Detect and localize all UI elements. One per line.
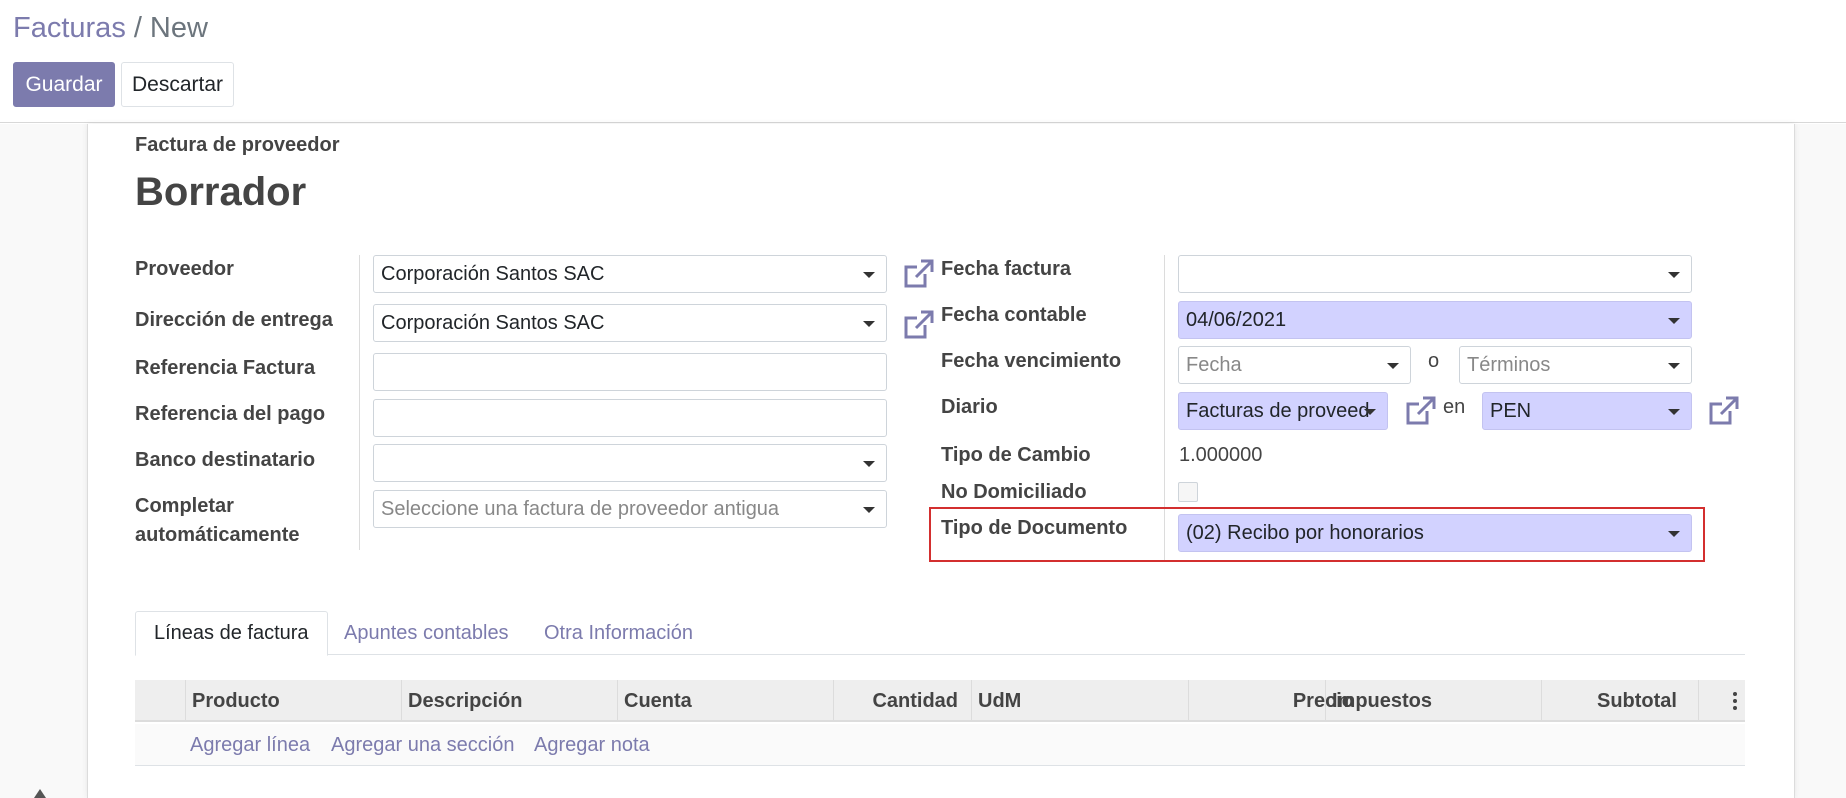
control-panel: Facturas / New Guardar Descartar: [0, 0, 1846, 123]
fecha-vencimiento-label: Fecha vencimiento: [941, 350, 1122, 372]
currency-value: PEN: [1490, 399, 1532, 422]
caret-down-icon[interactable]: [863, 321, 875, 327]
proveedor-label: Proveedor: [135, 258, 234, 280]
tipo-documento-label: Tipo de Documento: [941, 517, 1128, 539]
move-type-subtitle: Factura de proveedor: [135, 134, 340, 156]
completar-label-line1: Completar: [135, 495, 234, 517]
fecha-vencimiento-or: o: [1428, 350, 1440, 372]
column-separator: [185, 680, 186, 722]
diario-value: Facturas de proveed: [1186, 399, 1370, 422]
direccion-field[interactable]: Corporación Santos SAC: [373, 304, 887, 342]
column-separator: [1325, 680, 1326, 722]
tipo-documento-value: (02) Recibo por honorarios: [1186, 521, 1424, 544]
column-subtotal[interactable]: Subtotal: [1541, 680, 1677, 722]
caret-down-icon[interactable]: [1668, 272, 1680, 278]
breadcrumb-separator: /: [133, 12, 142, 44]
caret-down-icon[interactable]: [1668, 363, 1680, 369]
ref-factura-label: Referencia Factura: [135, 357, 316, 379]
completar-placeholder: Seleccione una factura de proveedor anti…: [381, 497, 780, 520]
banco-label: Banco destinatario: [135, 449, 316, 471]
tipo-cambio-value: 1.000000: [1179, 444, 1263, 466]
caret-down-icon[interactable]: [863, 461, 875, 467]
no-domiciliado-checkbox[interactable]: [1178, 482, 1198, 502]
tab-lineas-factura[interactable]: Líneas de factura: [135, 611, 328, 656]
fecha-vencimiento-date-field[interactable]: Fecha: [1178, 346, 1411, 384]
column-separator: [1698, 680, 1699, 722]
proveedor-value: Corporación Santos SAC: [381, 262, 605, 285]
direccion-value: Corporación Santos SAC: [381, 311, 605, 334]
diario-field[interactable]: Facturas de proveed: [1178, 392, 1388, 430]
diario-currency-in: en: [1443, 396, 1466, 418]
column-cantidad[interactable]: Cantidad: [833, 680, 958, 722]
completar-label-line2: automáticamente: [135, 524, 300, 546]
payment-terms-field[interactable]: Términos: [1459, 346, 1692, 384]
ref-pago-input[interactable]: [373, 399, 887, 437]
external-link-icon[interactable]: [903, 258, 935, 290]
fecha-factura-field[interactable]: [1178, 255, 1692, 293]
breadcrumb-current: New: [149, 12, 208, 44]
completar-field[interactable]: Seleccione una factura de proveedor anti…: [373, 490, 887, 528]
breadcrumb: Facturas / New: [13, 12, 208, 45]
column-descripcion[interactable]: Descripción: [408, 680, 522, 722]
fecha-vencimiento-date-placeholder: Fecha: [1186, 353, 1242, 376]
currency-field[interactable]: PEN: [1482, 392, 1692, 430]
invoice-lines-header: Producto Descripción Cuenta Cantidad UdM…: [135, 680, 1745, 722]
tipo-cambio-label: Tipo de Cambio: [941, 444, 1091, 466]
fecha-contable-value: 04/06/2021: [1186, 308, 1287, 331]
diario-label: Diario: [941, 396, 998, 418]
ref-factura-input[interactable]: [373, 353, 887, 391]
save-button[interactable]: Guardar: [13, 62, 115, 107]
kebab-icon[interactable]: [1733, 692, 1737, 710]
external-link-icon[interactable]: [1405, 395, 1437, 427]
caret-down-icon[interactable]: [1668, 318, 1680, 324]
state-title: Borrador: [135, 170, 307, 214]
no-domiciliado-label: No Domiciliado: [941, 481, 1087, 503]
discard-button[interactable]: Descartar: [121, 62, 234, 107]
column-separator: [971, 680, 972, 722]
external-link-icon[interactable]: [1708, 395, 1740, 427]
mouse-cursor-icon: [34, 789, 46, 798]
caret-down-icon[interactable]: [863, 507, 875, 513]
payment-terms-placeholder: Términos: [1467, 353, 1551, 376]
caret-down-icon[interactable]: [1668, 409, 1680, 415]
tipo-documento-field[interactable]: (02) Recibo por honorarios: [1178, 514, 1692, 552]
add-note-link[interactable]: Agregar nota: [534, 724, 650, 766]
tab-otra-informacion[interactable]: Otra Información: [544, 611, 693, 655]
add-section-link[interactable]: Agregar una sección: [331, 724, 514, 766]
tab-apuntes-contables[interactable]: Apuntes contables: [344, 611, 509, 655]
caret-down-icon[interactable]: [1668, 531, 1680, 537]
column-impuestos[interactable]: Impuestos: [1332, 680, 1432, 722]
column-cuenta[interactable]: Cuenta: [624, 680, 692, 722]
column-udm[interactable]: UdM: [978, 680, 1021, 722]
breadcrumb-facturas-link[interactable]: Facturas: [13, 12, 126, 44]
proveedor-field[interactable]: Corporación Santos SAC: [373, 255, 887, 293]
column-precio[interactable]: Precio: [1188, 680, 1354, 722]
caret-down-icon[interactable]: [1364, 409, 1376, 415]
column-separator: [401, 680, 402, 722]
direccion-label: Dirección de entrega: [135, 309, 333, 331]
fecha-contable-field[interactable]: 04/06/2021: [1178, 301, 1692, 339]
caret-down-icon[interactable]: [863, 272, 875, 278]
column-producto[interactable]: Producto: [192, 680, 280, 722]
ref-pago-label: Referencia del pago: [135, 403, 326, 425]
column-separator: [617, 680, 618, 722]
fecha-factura-label: Fecha factura: [941, 258, 1072, 280]
fecha-contable-label: Fecha contable: [941, 304, 1087, 326]
caret-down-icon[interactable]: [1387, 363, 1399, 369]
left-group-separator: [359, 255, 360, 550]
banco-field[interactable]: [373, 444, 887, 482]
add-line-link[interactable]: Agregar línea: [190, 724, 310, 766]
external-link-icon[interactable]: [903, 309, 935, 341]
